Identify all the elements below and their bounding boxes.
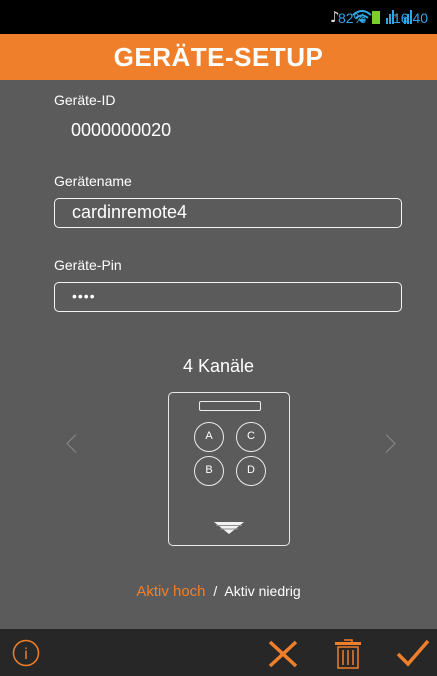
mode-active-high[interactable]: Aktiv hoch [136,583,205,600]
device-pin-field[interactable]: •••• [54,282,402,312]
close-icon[interactable] [268,640,298,668]
device-name-field[interactable]: cardinremote4 [54,198,402,228]
device-pin-label: Geräte-Pin [54,257,122,273]
next-arrow-icon[interactable] [377,434,396,453]
device-setup-screen: ♪ x x 82% 16:40 82% 16:40 GERÄTE-SETUP [0,0,437,676]
device-id-label: Geräte-ID [54,92,116,108]
remote-button-c[interactable]: C [236,422,266,452]
trash-icon[interactable] [334,638,362,669]
remote-button-b[interactable]: B [194,456,224,486]
info-icon[interactable]: i [12,639,40,667]
page-title: GERÄTE-SETUP [113,42,324,72]
channel-count: 4 Kanäle [182,356,255,376]
remote-button-d[interactable]: D [236,456,266,486]
remote-slot [199,401,261,411]
device-id-value: 0000000020 [71,120,172,140]
mode-active-low[interactable]: Aktiv niedrig [224,583,300,599]
bottom-toolbar: i [0,629,437,676]
battery-icon [372,11,380,24]
battery-percent-label: 82% [338,10,367,26]
previous-arrow-icon[interactable] [66,434,85,453]
device-name-label: Gerätename [54,173,132,189]
remote-button-a[interactable]: A [194,422,224,452]
remote-illustration: A C B D [168,392,290,546]
mode-selector: Aktiv hoch / Aktiv niedrig [0,583,437,600]
svg-text:i: i [24,646,28,663]
chevron-down-icon [214,522,244,534]
status-right: 82% 16:40 [0,10,437,26]
app-header: GERÄTE-SETUP [0,34,437,80]
check-icon[interactable] [396,639,430,667]
mode-separator: / [213,583,218,599]
clock-label: 16:40 [393,10,429,26]
